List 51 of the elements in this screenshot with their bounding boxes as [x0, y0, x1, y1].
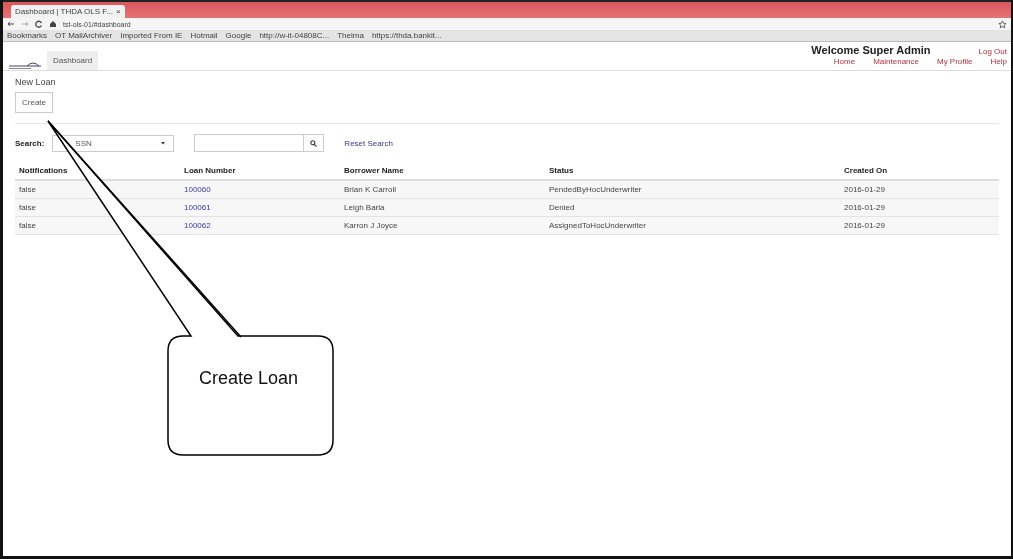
loan-number-link[interactable]: 100061 [184, 203, 344, 212]
column-header: Loan Number [184, 166, 237, 175]
column-header: Created On [844, 166, 889, 175]
menu-link[interactable]: Help [990, 57, 1007, 66]
bookmark[interactable]: Thelma [337, 31, 364, 40]
logout-link[interactable]: Log Out [978, 47, 1007, 56]
bookmark[interactable]: Hotmail [190, 31, 218, 40]
loan-number-link[interactable]: 100060 [184, 185, 344, 194]
reset-search-link[interactable]: Reset Search [344, 138, 393, 148]
welcome-text: Welcome Super Admin [811, 44, 931, 56]
table-cell-text: false [19, 185, 37, 194]
bookmark[interactable]: Google [225, 31, 252, 40]
create-button[interactable]: Create [15, 92, 53, 113]
menu-link[interactable]: My Profile [937, 57, 973, 66]
column-header: Borrower Name [344, 166, 405, 175]
table-cell-text: false [19, 203, 37, 212]
table-cell-text: 2016-01-29 [844, 221, 886, 230]
bookmark[interactable]: Bookmarks [7, 31, 47, 40]
caret-icon [161, 141, 166, 145]
table-cell-text: 2016-01-29 [844, 185, 886, 194]
menu-link[interactable]: Home [833, 57, 856, 66]
table-cell-text: AssignedToHocUnderwriter [549, 221, 647, 230]
search-icon [310, 139, 318, 147]
bookmark[interactable]: http://w-it-04808C... [259, 31, 330, 40]
bookmark[interactable]: Imported From IE [120, 31, 183, 40]
search-select[interactable]: SSN [52, 134, 175, 152]
browser-tab[interactable]: Dashboard | THDA OLS F... × [11, 5, 125, 18]
bookmark[interactable]: OT MailArchiver [55, 31, 113, 40]
table-cell-text: Leigh Barla [344, 203, 386, 212]
reload-icon[interactable] [35, 20, 43, 28]
table-cell-text: false [19, 221, 37, 230]
back-icon[interactable] [7, 20, 15, 28]
menu-link[interactable]: Maintenance [873, 57, 919, 66]
table-cell-text: 2016-01-29 [844, 203, 886, 212]
star-icon[interactable] [998, 19, 1007, 29]
section-title: New Loan [15, 77, 57, 87]
nav-tab[interactable]: Dashboard [47, 51, 99, 70]
search-field[interactable] [194, 134, 325, 152]
column-header: Status [549, 166, 575, 175]
home-icon[interactable] [49, 20, 57, 28]
table-cell-text: Brian K Carroll [344, 185, 397, 194]
tab-close[interactable]: × [116, 7, 121, 16]
table-cell-text: Karron J Joyce [344, 221, 399, 230]
search-label: Search: [15, 138, 45, 148]
table-cell-text: Denied [549, 203, 576, 212]
loan-number-link[interactable]: 100062 [184, 221, 344, 230]
column-header: Notifications [19, 166, 69, 175]
bookmark[interactable]: https://thda.bankit... [371, 31, 442, 40]
callout-text: Create Loan [197, 367, 300, 390]
table-cell-text: PendedByHocUnderwriter [549, 185, 643, 194]
logo-icon [7, 60, 43, 70]
